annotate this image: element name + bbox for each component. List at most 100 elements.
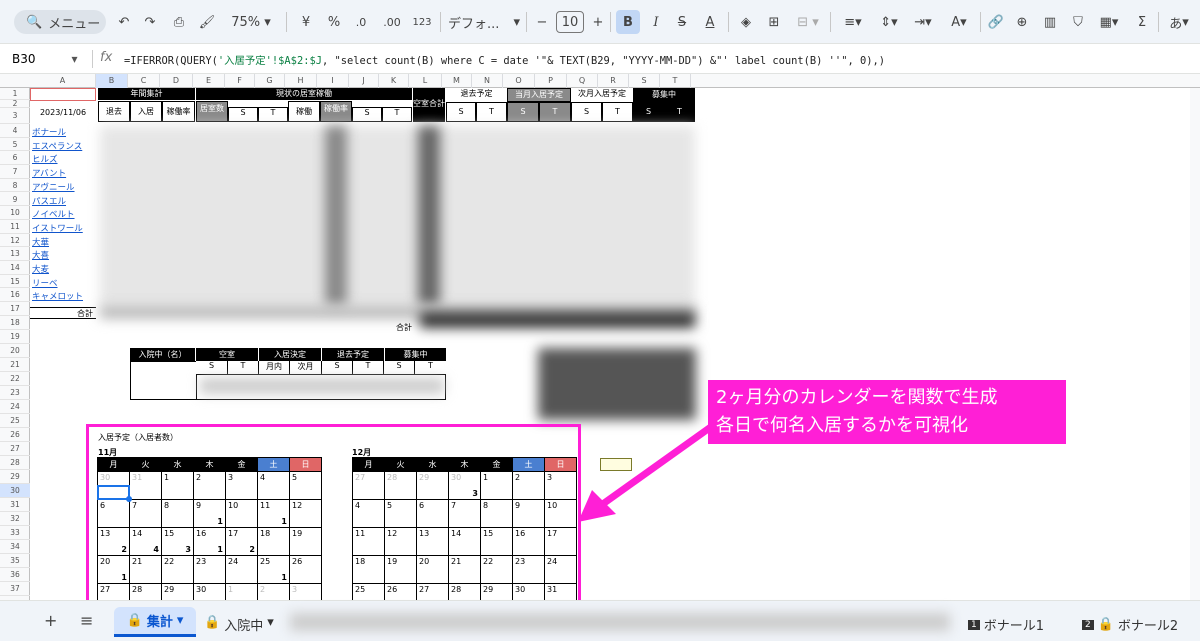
- font-size-decrease-icon[interactable]: −: [534, 10, 550, 34]
- calendar-day[interactable]: 12: [384, 527, 417, 556]
- increase-decimal-button[interactable]: .00: [380, 10, 404, 34]
- input-tools-button[interactable]: あ ▾: [1164, 10, 1194, 34]
- col-header-G[interactable]: G: [255, 74, 285, 88]
- facility-link[interactable]: アバント: [32, 167, 66, 179]
- fill-handle[interactable]: [126, 496, 132, 502]
- col-header-F[interactable]: F: [225, 74, 255, 88]
- row-header-4[interactable]: 4: [0, 124, 30, 138]
- formula-input[interactable]: =IFERROR(QUERY('入居予定'!$A$2:$J, "select c…: [124, 52, 885, 67]
- row-header-34[interactable]: 34: [0, 540, 30, 555]
- row-header-23[interactable]: 23: [0, 386, 30, 401]
- row-header-21[interactable]: 21: [0, 358, 30, 373]
- chart-icon[interactable]: ▥: [1040, 10, 1060, 34]
- font-size-increase-icon[interactable]: +: [590, 10, 606, 34]
- all-sheets-button[interactable]: ≡: [80, 611, 93, 630]
- calendar-day[interactable]: 11: [352, 527, 385, 556]
- calendar-day[interactable]: 3: [225, 471, 258, 500]
- tab-bonar2[interactable]: 2 🔒 ボナール2: [1082, 615, 1178, 634]
- merge-cells-icon[interactable]: ⊟ ▾: [790, 10, 826, 34]
- col-header-L[interactable]: L: [409, 74, 442, 88]
- calendar-day[interactable]: 14 4: [129, 527, 162, 556]
- facility-link[interactable]: エスペランス: [32, 140, 82, 152]
- calendar-day[interactable]: 30 3: [448, 471, 481, 500]
- calendar-day[interactable]: 22: [161, 555, 194, 584]
- align-vertical-icon[interactable]: ⇕▾: [874, 10, 904, 34]
- row-header-27[interactable]: 27: [0, 442, 30, 457]
- calendar-day[interactable]: 31: [129, 471, 162, 500]
- menu-search[interactable]: 🔍 メニュー: [14, 10, 106, 34]
- calendar-day[interactable]: 19: [384, 555, 417, 584]
- calendar-day[interactable]: 15 3: [161, 527, 194, 556]
- calendar-day[interactable]: 9: [512, 499, 545, 528]
- calendar-day[interactable]: 4: [257, 471, 290, 500]
- calendar-day[interactable]: 22: [480, 555, 513, 584]
- calendar-day[interactable]: 20: [416, 555, 449, 584]
- row-header-14[interactable]: 14: [0, 261, 30, 275]
- facility-link[interactable]: 大喜: [32, 249, 49, 261]
- row-header-37[interactable]: 37: [0, 582, 30, 597]
- calendar-day[interactable]: 21: [448, 555, 481, 584]
- col-header-B[interactable]: B: [96, 74, 128, 88]
- row-header-5[interactable]: 5: [0, 138, 30, 152]
- calendar-day[interactable]: 6: [416, 499, 449, 528]
- calendar-day[interactable]: 25 1: [257, 555, 290, 584]
- print-icon[interactable]: ⎙: [168, 10, 190, 34]
- row-header-20[interactable]: 20: [0, 344, 30, 359]
- calendar-day[interactable]: 20 1: [97, 555, 130, 584]
- row-header-6[interactable]: 6: [0, 151, 30, 166]
- borders-icon[interactable]: ⊞: [764, 10, 784, 34]
- text-rotation-icon[interactable]: A▾: [944, 10, 974, 34]
- row-header-33[interactable]: 33: [0, 526, 30, 541]
- bold-icon[interactable]: B: [616, 10, 640, 34]
- col-header-H[interactable]: H: [285, 74, 317, 88]
- italic-icon[interactable]: I: [646, 10, 666, 34]
- tab-bonar1[interactable]: 1 ボナール1: [968, 615, 1044, 634]
- fill-color-icon[interactable]: ◈: [736, 10, 756, 34]
- paint-format-icon[interactable]: 🖌: [196, 10, 218, 34]
- cell-a1[interactable]: [30, 88, 96, 101]
- calendar-day[interactable]: 24: [544, 555, 577, 584]
- col-header-C[interactable]: C: [128, 74, 160, 88]
- row-header-36[interactable]: 36: [0, 568, 30, 583]
- text-wrap-icon[interactable]: ⇥▾: [908, 10, 938, 34]
- calendar-day[interactable]: 29: [416, 471, 449, 500]
- decrease-decimal-button[interactable]: .0: [350, 10, 372, 34]
- add-sheet-button[interactable]: +: [44, 611, 57, 630]
- calendar-day[interactable]: 21: [129, 555, 162, 584]
- row-header-22[interactable]: 22: [0, 372, 30, 387]
- col-header-J[interactable]: J: [349, 74, 379, 88]
- col-header-R[interactable]: R: [598, 74, 629, 88]
- row-header-10[interactable]: 10: [0, 206, 30, 220]
- date-cell[interactable]: 2023/11/06: [30, 108, 96, 117]
- filter-views-icon[interactable]: ▦▾: [1094, 10, 1124, 34]
- font-size-input[interactable]: 10: [556, 11, 584, 33]
- calendar-day[interactable]: 18: [257, 527, 290, 556]
- row-header-30[interactable]: 30: [0, 484, 30, 499]
- calendar-day[interactable]: 7: [448, 499, 481, 528]
- calendar-day[interactable]: 23: [193, 555, 226, 584]
- tab-nyuin[interactable]: 🔒 入院中 ▾: [204, 615, 274, 634]
- facility-link[interactable]: ヒルズ: [32, 153, 58, 165]
- calendar-day[interactable]: 13: [416, 527, 449, 556]
- calendar-day[interactable]: 4: [352, 499, 385, 528]
- row-header-15[interactable]: 15: [0, 275, 30, 289]
- col-header-K[interactable]: K: [379, 74, 409, 88]
- calendar-day[interactable]: 8: [480, 499, 513, 528]
- text-color-icon[interactable]: A: [700, 10, 720, 34]
- col-header-E[interactable]: E: [193, 74, 225, 88]
- comment-icon[interactable]: ⊕: [1012, 10, 1032, 34]
- row-header-12[interactable]: 12: [0, 234, 30, 248]
- name-box[interactable]: B30 ▾: [12, 52, 78, 66]
- row-header-2[interactable]: 2: [0, 100, 30, 108]
- row-header-13[interactable]: 13: [0, 247, 30, 261]
- calendar-day[interactable]: 1: [161, 471, 194, 500]
- row-header-9[interactable]: 9: [0, 193, 30, 207]
- row-header-25[interactable]: 25: [0, 414, 30, 429]
- calendar-day[interactable]: 16 1: [193, 527, 226, 556]
- calendar-day[interactable]: 91: [193, 499, 226, 528]
- calendar-day[interactable]: 2: [193, 471, 226, 500]
- filter-icon[interactable]: ⛉: [1068, 10, 1088, 34]
- col-header-D[interactable]: D: [160, 74, 193, 88]
- row-header-26[interactable]: 26: [0, 428, 30, 443]
- calendar-day[interactable]: 24: [225, 555, 258, 584]
